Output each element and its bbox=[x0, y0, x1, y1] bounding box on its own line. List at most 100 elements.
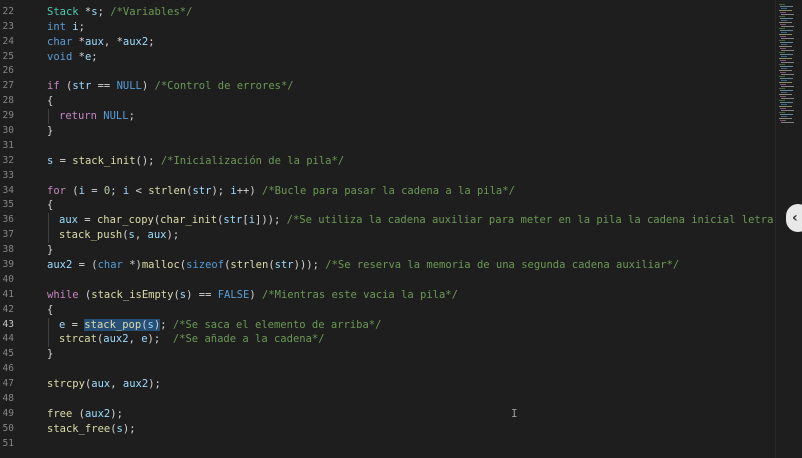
code-line[interactable]: 51 bbox=[0, 437, 775, 452]
code-token: for bbox=[47, 184, 66, 197]
code-line[interactable]: 23 int i; bbox=[0, 20, 775, 35]
code-text[interactable]: for (i = 0; i < strlen(str); i++) /*Bucl… bbox=[47, 184, 515, 199]
code-token: ); bbox=[110, 407, 123, 420]
code-line[interactable]: 50 stack_free(s); bbox=[0, 422, 775, 437]
code-text[interactable]: { bbox=[47, 303, 53, 318]
minimap-line bbox=[779, 34, 792, 35]
code-line[interactable]: 27 if (str == NULL) /*Control de errores*… bbox=[0, 79, 775, 94]
code-token: /*Se utiliza la cadena auxiliar para met… bbox=[286, 214, 775, 227]
code-token: s bbox=[147, 318, 154, 331]
code-token: ); bbox=[147, 333, 173, 346]
code-line[interactable]: 39 aux2 = (char *)malloc(sizeof(strlen(st… bbox=[0, 258, 775, 273]
code-line[interactable]: 33 bbox=[0, 169, 775, 184]
code-line[interactable]: 29 return NULL; bbox=[0, 109, 775, 125]
code-text[interactable]: { bbox=[47, 198, 53, 213]
minimap-line bbox=[781, 86, 794, 87]
code-text[interactable]: strcat(aux2, e); /*Se añade a la cadena*… bbox=[59, 332, 325, 347]
code-lines[interactable]: 2122Stack *s; /*Variables*/23int i;24cha… bbox=[0, 0, 775, 452]
code-text[interactable]: free (aux2); bbox=[47, 407, 123, 422]
code-token: ])); bbox=[255, 214, 287, 227]
code-token: aux bbox=[59, 214, 78, 227]
minimap-line bbox=[781, 92, 787, 93]
code-line[interactable]: 25 void *e; bbox=[0, 50, 775, 65]
code-token: = ( bbox=[72, 259, 98, 272]
code-token: str bbox=[274, 259, 294, 272]
code-text[interactable]: } bbox=[47, 347, 53, 362]
code-token: char bbox=[97, 259, 123, 272]
indent-guide bbox=[48, 332, 49, 348]
code-text[interactable]: } bbox=[47, 243, 53, 258]
minimap-line bbox=[780, 96, 786, 97]
code-text[interactable]: stack_free(s); bbox=[47, 422, 136, 437]
collapse-panel-button[interactable]: ‹ bbox=[786, 204, 802, 232]
code-text[interactable]: int i; bbox=[47, 20, 85, 35]
code-text[interactable]: while (stack_isEmpty(s) == FALSE) /*Mien… bbox=[47, 288, 458, 303]
code-line[interactable]: 49 free (aux2); bbox=[0, 407, 775, 422]
minimap-line bbox=[781, 56, 787, 57]
code-token: ))); bbox=[293, 259, 326, 272]
code-text[interactable]: return NULL; bbox=[59, 109, 135, 124]
code-line[interactable]: 34 for (i = 0; i < strlen(str); i++) /*Bu… bbox=[0, 184, 775, 199]
code-text[interactable]: e = stack_pop(s); /*Se saca el elemento … bbox=[59, 318, 381, 333]
code-token: ( bbox=[78, 288, 92, 301]
code-line[interactable]: 43 e = stack_pop(s); /*Se saca el element… bbox=[0, 317, 775, 333]
code-line[interactable]: 46 bbox=[0, 362, 775, 377]
code-token: NULL bbox=[103, 110, 129, 123]
code-token: = bbox=[84, 184, 104, 197]
minimap-line bbox=[779, 82, 792, 83]
minimap-line bbox=[781, 32, 787, 33]
code-line[interactable]: 32 s = stack_init(); /*Inicialización de … bbox=[0, 154, 775, 169]
minimap-line bbox=[779, 106, 792, 107]
code-line[interactable]: 36 aux = char_copy(char_init(str[i])); /*… bbox=[0, 213, 775, 229]
code-line[interactable]: 42 { bbox=[0, 303, 775, 318]
code-line[interactable]: 24 char *aux, *aux2; bbox=[0, 35, 775, 50]
code-token: aux2 bbox=[122, 35, 149, 48]
text-cursor-icon: I bbox=[511, 407, 518, 420]
code-text[interactable]: strcpy(aux, aux2); bbox=[47, 377, 161, 392]
code-line[interactable]: 28 { bbox=[0, 94, 775, 109]
code-line[interactable]: 47 strcpy(aux, aux2); bbox=[0, 377, 775, 392]
code-line[interactable]: 31 bbox=[0, 139, 775, 154]
code-token: ); bbox=[166, 229, 180, 242]
code-token: return bbox=[59, 110, 97, 123]
minimap-line bbox=[780, 48, 786, 49]
code-text[interactable]: stack_push(s, aux); bbox=[59, 228, 179, 243]
code-line[interactable]: 45} bbox=[0, 347, 775, 362]
chevron-left-icon: ‹ bbox=[792, 210, 798, 226]
code-line[interactable]: 26 bbox=[0, 64, 775, 79]
line-number: 25 bbox=[2, 50, 14, 62]
code-text[interactable]: void *e; bbox=[47, 50, 98, 65]
line-number: 44 bbox=[2, 333, 14, 345]
code-editor[interactable]: 2122Stack *s; /*Variables*/23int i;24cha… bbox=[0, 0, 775, 458]
code-token: NULL bbox=[116, 80, 142, 93]
code-token: ; bbox=[110, 184, 123, 197]
code-line[interactable]: 37 stack_push(s, aux); bbox=[0, 228, 775, 244]
code-text[interactable]: Stack *s; /*Variables*/ bbox=[47, 5, 192, 20]
code-line[interactable]: 30} bbox=[0, 124, 775, 139]
code-token: { bbox=[47, 303, 54, 316]
code-line[interactable]: 41 while (stack_isEmpty(s) == FALSE) /*Mi… bbox=[0, 288, 775, 303]
code-text[interactable]: } bbox=[47, 124, 53, 139]
code-token: malloc bbox=[141, 259, 180, 272]
code-text[interactable]: if (str == NULL) /*Control de errores*/ bbox=[47, 79, 294, 94]
code-line[interactable]: 48 bbox=[0, 392, 775, 407]
minimap-line bbox=[781, 110, 794, 111]
code-line[interactable]: 44 strcat(aux2, e); /*Se añade a la caden… bbox=[0, 332, 775, 348]
code-token: , bbox=[134, 229, 148, 242]
code-line[interactable]: 40 bbox=[0, 273, 775, 288]
code-token: str bbox=[192, 184, 212, 197]
code-text[interactable]: { bbox=[47, 94, 53, 109]
code-text[interactable]: char *aux, *aux2; bbox=[47, 35, 155, 50]
line-number: 43 bbox=[2, 318, 14, 330]
code-text[interactable]: aux = char_copy(char_init(str[i])); /*Se… bbox=[59, 213, 775, 228]
code-text[interactable]: aux2 = (char *)malloc(sizeof(strlen(str)… bbox=[47, 258, 679, 273]
code-line[interactable]: 22 Stack *s; /*Variables*/ bbox=[0, 5, 775, 20]
minimap-line bbox=[781, 14, 794, 15]
minimap-line bbox=[781, 98, 794, 99]
minimap-line bbox=[779, 100, 785, 101]
code-line[interactable]: 38} bbox=[0, 243, 775, 258]
minimap-line bbox=[781, 44, 787, 45]
code-line[interactable]: 35 { bbox=[0, 198, 775, 213]
minimap-line bbox=[779, 46, 792, 47]
code-text[interactable]: s = stack_init(); /*Inicialización de la… bbox=[47, 154, 344, 169]
